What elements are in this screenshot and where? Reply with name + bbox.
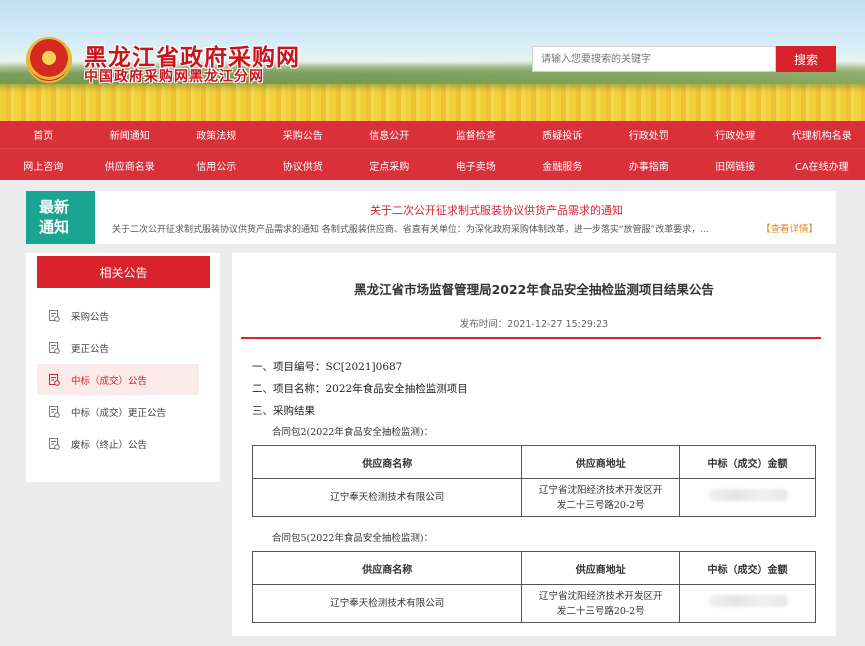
article-panel: 黑龙江省市场监督管理局2022年食品安全抽检监测项目结果公告 发布时间：2021… — [232, 253, 836, 636]
nav-item[interactable]: 新闻通知 — [87, 121, 174, 148]
nav-item[interactable]: 信用公示 — [173, 150, 260, 180]
banner-wheat-field — [0, 84, 865, 121]
nav-item[interactable]: 定点采购 — [346, 150, 433, 180]
main-nav: 首页 新闻通知 政策法规 采购公告 信息公开 监督检查 质疑投诉 行政处罚 行政… — [0, 121, 865, 180]
sidebar-item-label: 废标（终止）公告 — [71, 439, 148, 451]
document-icon — [49, 373, 60, 386]
section-results-heading: 三、采购结果 — [252, 405, 315, 417]
sidebar-item-label: 中标（成交）公告 — [71, 375, 148, 387]
national-emblem-icon — [26, 37, 72, 83]
table-row: 辽宁奉天检测技术有限公司 辽宁省沈阳经济技术开发区开 发二十三号路20-2号 — [251, 478, 816, 517]
column-header: 中标（成交）金额 — [679, 445, 816, 479]
view-details-link[interactable]: 【查看详情】 — [761, 221, 818, 235]
document-icon — [49, 437, 60, 450]
document-icon — [49, 405, 60, 418]
notice-title-link[interactable]: 关于二次公开征求制式服装协议供货产品需求的通知 — [370, 202, 623, 218]
latest-notice-bar: 最新 通知 关于二次公开征求制式服装协议供货产品需求的通知 关于二次公开征求制式… — [26, 191, 836, 244]
document-icon — [49, 341, 60, 354]
address-line: 辽宁省沈阳经济技术开发区开 — [539, 590, 663, 602]
nav-item[interactable]: 电子卖场 — [433, 150, 520, 180]
sidebar-item-label: 更正公告 — [71, 343, 110, 355]
nav-item[interactable]: 质疑投诉 — [519, 121, 606, 148]
column-header: 供应商名称 — [251, 445, 523, 479]
sidebar-item-label: 中标（成交）更正公告 — [71, 407, 167, 419]
article-title: 黑龙江省市场监督管理局2022年食品安全抽检监测项目结果公告 — [354, 282, 714, 297]
column-header: 供应商地址 — [521, 445, 681, 479]
notice-summary: 关于二次公开征求制式服装协议供货产品需求的通知 各制式服装供应商、省直有关单位：… — [112, 225, 709, 235]
nav-item[interactable]: 行政处罚 — [606, 121, 693, 148]
award-amount-redacted — [679, 584, 816, 623]
table-header-row: 供应商名称 供应商地址 中标（成交）金额 — [251, 551, 816, 585]
publish-time: 发布时间：2021-12-27 15:29:23 — [459, 319, 609, 330]
sidebar-title: 相关公告 — [37, 256, 210, 288]
nav-item[interactable]: 监督检查 — [433, 121, 520, 148]
title-divider — [241, 337, 821, 339]
nav-item[interactable]: 信息公开 — [346, 121, 433, 148]
column-header: 供应商地址 — [521, 551, 681, 585]
nav-item[interactable]: CA在线办理 — [779, 150, 865, 180]
nav-row-2: 网上咨询 供应商名录 信用公示 协议供货 定点采购 电子卖场 金融服务 办事指南… — [0, 150, 865, 180]
badge-line-1: 最新 — [39, 198, 70, 216]
search-input[interactable] — [532, 46, 776, 72]
supplier-address: 辽宁省沈阳经济技术开发区开 发二十三号路20-2号 — [521, 584, 681, 623]
sidebar-item-correction-notice[interactable]: 更正公告 — [37, 332, 199, 363]
nav-item[interactable]: 供应商名录 — [87, 150, 174, 180]
nav-item[interactable]: 行政处理 — [692, 121, 779, 148]
supplier-name: 辽宁奉天检测技术有限公司 — [251, 584, 523, 623]
nav-item[interactable]: 代理机构名录 — [779, 121, 865, 148]
award-amount-redacted — [679, 478, 816, 517]
latest-notice-badge: 最新 通知 — [26, 191, 95, 244]
sidebar-item-award-correction-notice[interactable]: 中标（成交）更正公告 — [37, 396, 199, 427]
nav-item[interactable]: 办事指南 — [606, 150, 693, 180]
redacted-value — [707, 489, 788, 501]
sidebar-item-procurement-notice[interactable]: 采购公告 — [37, 300, 199, 331]
results-table: 供应商名称 供应商地址 中标（成交）金额 辽宁奉天检测技术有限公司 辽宁省沈阳经… — [251, 551, 816, 623]
site-subtitle: 中国政府采购网黑龙江分网 — [84, 69, 264, 85]
section-project-number: 一、项目编号：SC[2021]0687 — [252, 361, 403, 373]
package-label: 合同包5(2022年食品安全抽检监测)： — [272, 533, 434, 544]
table-header-row: 供应商名称 供应商地址 中标（成交）金额 — [251, 445, 816, 479]
supplier-name: 辽宁奉天检测技术有限公司 — [251, 478, 523, 517]
document-icon — [49, 309, 60, 322]
address-line: 辽宁省沈阳经济技术开发区开 — [539, 484, 663, 496]
address-line: 发二十三号路20-2号 — [556, 605, 645, 617]
section-project-name: 二、项目名称：2022年食品安全抽检监测项目 — [252, 383, 468, 395]
nav-item[interactable]: 政策法规 — [173, 121, 260, 148]
column-header: 中标（成交）金额 — [679, 551, 816, 585]
table-row: 辽宁奉天检测技术有限公司 辽宁省沈阳经济技术开发区开 发二十三号路20-2号 — [251, 584, 816, 623]
nav-item[interactable]: 旧网链接 — [692, 150, 779, 180]
address-line: 发二十三号路20-2号 — [556, 499, 645, 511]
column-header: 供应商名称 — [251, 551, 523, 585]
nav-item[interactable]: 采购公告 — [260, 121, 347, 148]
sidebar-item-label: 采购公告 — [71, 311, 110, 323]
nav-item[interactable]: 网上咨询 — [0, 150, 87, 180]
redacted-value — [707, 595, 788, 607]
nav-row-1: 首页 新闻通知 政策法规 采购公告 信息公开 监督检查 质疑投诉 行政处罚 行政… — [0, 121, 865, 149]
sidebar-item-termination-notice[interactable]: 废标（终止）公告 — [37, 428, 199, 459]
sidebar: 相关公告 采购公告 更正公告 中标（成交）公告 中标（成交）更正公告 废标（终止… — [26, 253, 220, 482]
results-table: 供应商名称 供应商地址 中标（成交）金额 辽宁奉天检测技术有限公司 辽宁省沈阳经… — [251, 445, 816, 517]
supplier-address: 辽宁省沈阳经济技术开发区开 发二十三号路20-2号 — [521, 478, 681, 517]
nav-item[interactable]: 首页 — [0, 121, 87, 148]
sidebar-item-award-notice[interactable]: 中标（成交）公告 — [37, 364, 199, 395]
header-banner: 黑龙江省政府采购网 中国政府采购网黑龙江分网 搜索 — [0, 0, 865, 121]
badge-line-2: 通知 — [39, 218, 70, 236]
nav-item[interactable]: 金融服务 — [519, 150, 606, 180]
search-button[interactable]: 搜索 — [776, 46, 836, 72]
nav-item[interactable]: 协议供货 — [260, 150, 347, 180]
package-label: 合同包2(2022年食品安全抽检监测)： — [272, 427, 434, 438]
